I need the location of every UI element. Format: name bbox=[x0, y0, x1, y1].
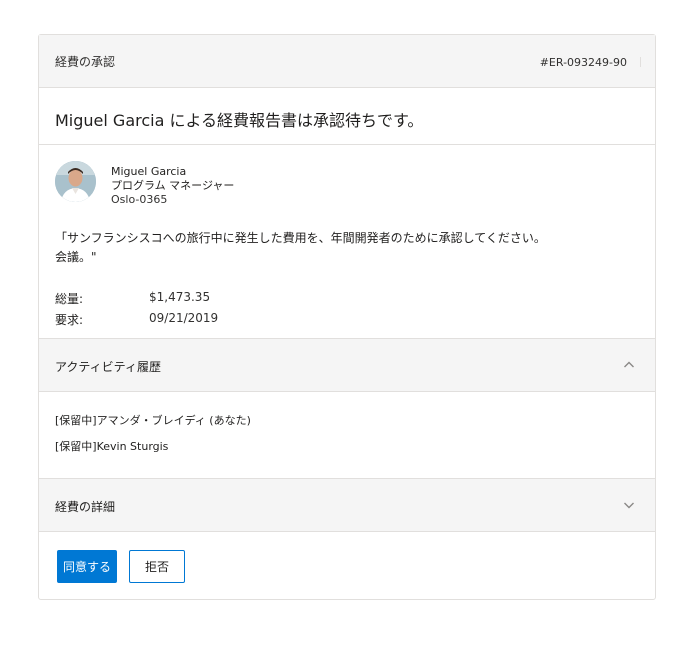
activity-item: [保留中]Kevin Sturgis bbox=[55, 440, 169, 453]
report-id: #ER-093249-90 bbox=[539, 56, 627, 69]
avatar bbox=[55, 161, 96, 202]
total-value: $1,473.35 bbox=[149, 290, 211, 304]
request-body: Miguel Garcia プログラム マネージャー Oslo-0365 「サン… bbox=[39, 145, 655, 339]
requested-label: 要求: bbox=[55, 313, 84, 327]
requester-role: プログラム マネージャー bbox=[111, 179, 235, 192]
requested-value: 09/21/2019 bbox=[149, 311, 219, 325]
chevron-up-icon[interactable] bbox=[623, 359, 635, 371]
total-label: 総量: bbox=[55, 292, 84, 306]
requester-name: Miguel Garcia bbox=[111, 165, 187, 178]
action-bar: 同意する 拒否 bbox=[39, 532, 655, 602]
expense-approval-card: 経費の承認 #ER-093249-90 Miguel Garcia による経費報… bbox=[38, 34, 656, 600]
summary-section: Miguel Garcia による経費報告書は承認待ちです。 bbox=[39, 88, 655, 145]
reject-button[interactable]: 拒否 bbox=[129, 550, 185, 583]
summary-text: Miguel Garcia による経費報告書は承認待ちです。 bbox=[55, 111, 424, 130]
activity-history-list: [保留中]アマンダ・ブレイディ (あなた) [保留中]Kevin Sturgis bbox=[39, 392, 655, 479]
chevron-down-icon[interactable] bbox=[623, 499, 635, 511]
description-line-1: 「サンフランシスコへの旅行中に発生した費用を、年間開発者のために承認してください… bbox=[55, 231, 546, 245]
activity-history-header[interactable]: アクティビティ履歴 bbox=[39, 339, 655, 392]
description-line-2: 会議。" bbox=[55, 250, 97, 264]
approve-button[interactable]: 同意する bbox=[57, 550, 117, 583]
expense-details-title: 経費の詳細 bbox=[55, 500, 116, 514]
requester-location: Oslo-0365 bbox=[111, 193, 168, 206]
header-divider bbox=[640, 57, 641, 67]
requester-info: Miguel Garcia プログラム マネージャー Oslo-0365 bbox=[111, 165, 234, 207]
activity-item: [保留中]アマンダ・ブレイディ (あなた) bbox=[55, 414, 251, 427]
card-title: 経費の承認 bbox=[55, 55, 116, 69]
expense-details-header[interactable]: 経費の詳細 bbox=[39, 479, 655, 532]
request-description: 「サンフランシスコへの旅行中に発生した費用を、年間開発者のために承認してください… bbox=[55, 229, 615, 267]
activity-history-title: アクティビティ履歴 bbox=[55, 360, 161, 374]
card-header: 経費の承認 #ER-093249-90 bbox=[39, 35, 655, 88]
